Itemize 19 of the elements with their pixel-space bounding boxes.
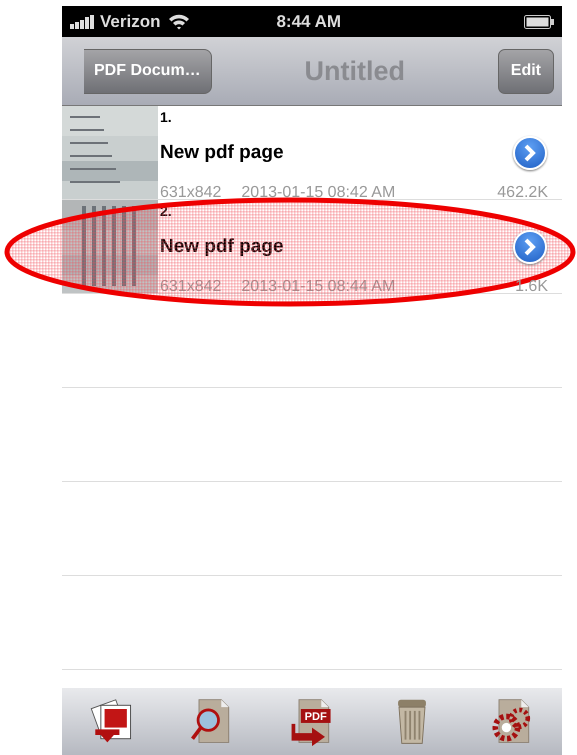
signal-icon (70, 14, 96, 28)
page-number: 1. (160, 109, 173, 125)
page-date: 2013-01-15 08:44 AM (241, 278, 396, 296)
screen-title: Untitled (303, 56, 406, 86)
wifi-icon (168, 13, 190, 30)
chevron-icon (522, 238, 538, 256)
carrier-name: Verizon (100, 12, 160, 32)
page-title: New pdf page (160, 142, 284, 164)
page-dimensions: 631x842 (160, 184, 222, 202)
chevron-icon (522, 144, 538, 162)
file-size: 462.2K (497, 184, 548, 202)
edit-button[interactable]: Edit (498, 48, 554, 94)
page-title: New pdf page (160, 236, 284, 258)
clock-time: 8:44 AM (276, 12, 342, 32)
page-dimensions: 631x842 (160, 278, 222, 296)
battery-icon (524, 14, 554, 28)
detail-disclosure-button[interactable] (513, 136, 547, 170)
file-size: 1.6K (515, 278, 548, 296)
page-date: 2013-01-15 08:42 AM (241, 184, 396, 202)
